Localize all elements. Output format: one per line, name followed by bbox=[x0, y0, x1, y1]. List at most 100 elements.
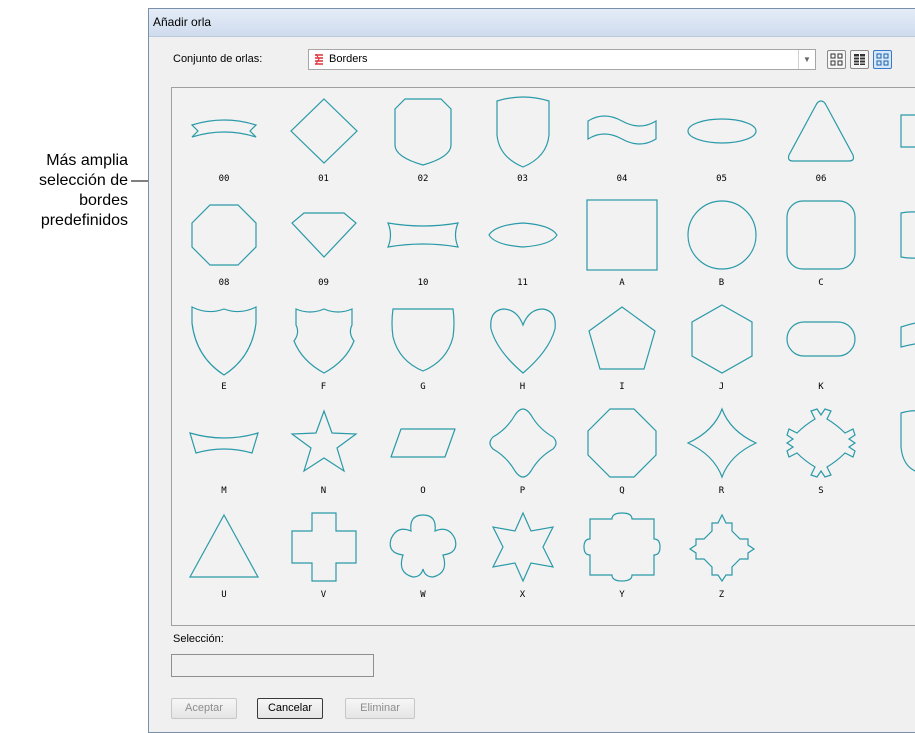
border-item[interactable]: S bbox=[771, 407, 871, 511]
border-item[interactable]: K bbox=[771, 303, 871, 407]
border-shape-icon bbox=[292, 308, 355, 374]
delete-button[interactable]: Eliminar bbox=[345, 698, 415, 719]
border-item[interactable]: I bbox=[572, 303, 672, 407]
border-item[interactable]: O bbox=[373, 407, 473, 511]
border-item[interactable]: J bbox=[672, 303, 772, 407]
border-shape-icon bbox=[690, 304, 753, 374]
border-item[interactable] bbox=[871, 303, 915, 407]
border-item[interactable]: N bbox=[274, 407, 374, 511]
large-icons-view-button[interactable] bbox=[873, 50, 892, 69]
border-item[interactable]: V bbox=[274, 511, 374, 615]
border-shape-icon bbox=[495, 96, 550, 168]
border-shape-icon bbox=[189, 432, 259, 454]
border-label: N bbox=[320, 486, 327, 496]
border-shape-icon bbox=[587, 115, 657, 145]
border-set-dropdown[interactable]: Borders ▼ bbox=[308, 49, 816, 70]
border-item[interactable]: E bbox=[174, 303, 274, 407]
border-item[interactable]: R bbox=[672, 407, 772, 511]
border-label: 01 bbox=[318, 174, 329, 184]
accept-button[interactable]: Aceptar bbox=[171, 698, 237, 719]
border-item[interactable]: 01 bbox=[274, 95, 374, 199]
border-shape-icon bbox=[387, 222, 459, 248]
border-item[interactable]: 00 bbox=[174, 95, 274, 199]
border-item[interactable]: 05 bbox=[672, 95, 772, 199]
border-shape-icon bbox=[583, 512, 661, 582]
border-shape-icon bbox=[786, 200, 856, 270]
border-shape-icon bbox=[394, 98, 452, 166]
border-item[interactable] bbox=[871, 199, 915, 303]
border-item[interactable]: 04 bbox=[572, 95, 672, 199]
selection-field[interactable] bbox=[171, 654, 374, 677]
border-shape-icon bbox=[686, 200, 757, 270]
border-label: A bbox=[619, 278, 625, 288]
border-item[interactable]: W bbox=[373, 511, 473, 615]
border-label: B bbox=[718, 278, 725, 288]
border-shape-icon bbox=[188, 513, 260, 578]
border-label: 10 bbox=[417, 278, 429, 288]
border-label: U bbox=[221, 590, 227, 600]
border-shape-icon bbox=[289, 98, 358, 164]
border-item[interactable]: G bbox=[373, 303, 473, 407]
border-item[interactable]: Q bbox=[572, 407, 672, 511]
border-label: R bbox=[718, 486, 725, 496]
border-shape-icon bbox=[586, 199, 658, 271]
border-item[interactable]: 11 bbox=[473, 199, 573, 303]
border-label: X bbox=[519, 590, 526, 600]
border-item[interactable]: 10 bbox=[373, 199, 473, 303]
border-set-value: Borders bbox=[329, 53, 368, 65]
small-icons-view-icon bbox=[830, 53, 843, 66]
border-item[interactable]: M bbox=[174, 407, 274, 511]
border-item[interactable]: C bbox=[771, 199, 871, 303]
border-item[interactable]: U bbox=[174, 511, 274, 615]
border-shape-icon bbox=[587, 408, 657, 478]
border-shape-icon bbox=[191, 306, 257, 376]
border-item[interactable]: Z bbox=[672, 511, 772, 615]
border-item[interactable]: 06 bbox=[771, 95, 871, 199]
border-item[interactable]: B bbox=[672, 199, 772, 303]
border-label: O bbox=[420, 486, 426, 496]
border-shape-icon bbox=[289, 409, 358, 473]
small-icons-view-button[interactable] bbox=[827, 50, 846, 69]
chevron-down-icon[interactable]: ▼ bbox=[798, 50, 815, 69]
border-label: E bbox=[221, 382, 227, 392]
border-shape-icon bbox=[488, 408, 557, 478]
border-shapes-grid: 00 01 02 03 04 05 06 08 09 10 11 A B C E F G H I J K M N O P Q R S U… bbox=[171, 87, 915, 626]
border-item[interactable]: Y bbox=[572, 511, 672, 615]
border-item[interactable]: X bbox=[473, 511, 573, 615]
border-item[interactable]: A bbox=[572, 199, 672, 303]
border-label: 06 bbox=[815, 174, 827, 184]
border-item[interactable] bbox=[871, 407, 915, 511]
borders-set-icon bbox=[315, 53, 323, 65]
border-shape-icon bbox=[489, 308, 556, 374]
border-item[interactable]: 09 bbox=[274, 199, 374, 303]
border-label: H bbox=[519, 382, 526, 392]
border-shape-icon bbox=[487, 222, 558, 248]
add-border-dialog: Añadir orla Conjunto de orlas: Borders ▼… bbox=[148, 8, 915, 733]
border-shape-icon bbox=[899, 114, 915, 148]
border-item[interactable]: F bbox=[274, 303, 374, 407]
border-shape-icon bbox=[390, 428, 456, 458]
border-label: Q bbox=[619, 486, 625, 496]
border-shape-icon bbox=[786, 321, 856, 357]
border-shape-icon bbox=[191, 204, 257, 266]
border-item[interactable]: H bbox=[473, 303, 573, 407]
border-item[interactable]: 02 bbox=[373, 95, 473, 199]
cancel-button[interactable]: Cancelar bbox=[257, 698, 323, 719]
list-view-button[interactable] bbox=[850, 50, 869, 69]
border-item[interactable] bbox=[871, 95, 915, 199]
border-shape-icon bbox=[686, 407, 757, 479]
border-shape-icon bbox=[899, 322, 915, 348]
border-label: C bbox=[818, 278, 824, 288]
border-label: F bbox=[320, 382, 327, 392]
border-label: 03 bbox=[517, 174, 528, 184]
border-shape-icon bbox=[391, 308, 455, 372]
border-item[interactable]: 03 bbox=[473, 95, 573, 199]
border-shape-icon bbox=[190, 119, 258, 138]
border-label: 09 bbox=[318, 278, 329, 288]
border-item[interactable]: P bbox=[473, 407, 573, 511]
border-shape-icon bbox=[588, 306, 656, 370]
border-item[interactable]: 08 bbox=[174, 199, 274, 303]
border-label: V bbox=[320, 590, 327, 600]
border-label: J bbox=[718, 382, 725, 392]
border-shape-icon bbox=[686, 118, 757, 144]
